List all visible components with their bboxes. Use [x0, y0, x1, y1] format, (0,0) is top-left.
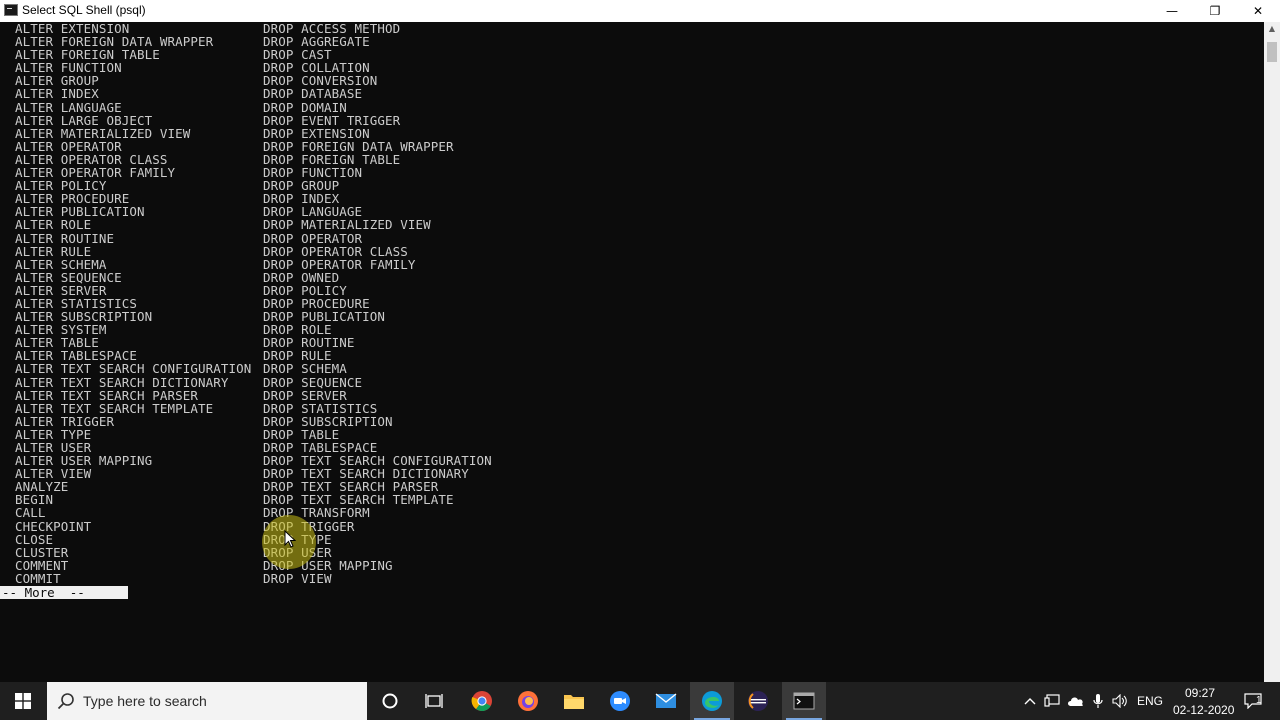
chevron-up-icon	[1024, 698, 1036, 705]
command-list-item: DROP DOMAIN	[263, 99, 347, 115]
command-list-item: CLUSTER	[15, 544, 69, 560]
command-list-item: ALTER SERVER	[15, 282, 107, 298]
command-list-item: ALTER RULE	[15, 243, 92, 259]
command-list-item: CHECKPOINT	[15, 518, 92, 534]
command-list-item: CLOSE	[15, 531, 54, 547]
command-list-item: ALTER TEXT SEARCH TEMPLATE	[15, 400, 214, 416]
input-language-indicator[interactable]: ENG	[1137, 694, 1163, 708]
edge-icon	[702, 691, 722, 711]
notification-count-badge: 1	[1256, 695, 1262, 706]
pager-more-prompt: -- More --	[0, 586, 128, 599]
network-tray-button[interactable]	[1042, 682, 1062, 720]
start-button[interactable]	[0, 682, 46, 720]
command-list-item: DROP OWNED	[263, 269, 340, 285]
command-list-item: DROP OPERATOR CLASS	[263, 243, 408, 259]
clock-date[interactable]: 02-12-2020	[1173, 703, 1234, 717]
command-list-item: DROP DATABASE	[263, 86, 363, 102]
cloud-icon	[1068, 697, 1083, 706]
chrome-icon	[471, 691, 492, 712]
command-list-item: DROP VIEW	[263, 570, 332, 586]
command-list-item: ALTER TEXT SEARCH PARSER	[15, 387, 199, 403]
command-list-item: DROP POLICY	[263, 282, 347, 298]
command-list-item: ALTER ROUTINE	[15, 230, 115, 246]
command-list-item: DROP FOREIGN DATA WRAPPER	[263, 138, 454, 154]
firefox-taskbar-button[interactable]	[506, 682, 550, 720]
command-list-item: DROP EXTENSION	[263, 125, 370, 141]
microphone-icon	[1093, 694, 1103, 708]
command-list-item: COMMIT	[15, 570, 61, 586]
onedrive-tray-button[interactable]	[1065, 682, 1087, 720]
edge-taskbar-button[interactable]	[690, 682, 734, 720]
command-list-item: ALTER MATERIALIZED VIEW	[15, 125, 191, 141]
zoom-icon	[610, 691, 630, 711]
command-list-item: DROP SERVER	[263, 387, 347, 403]
scroll-up-arrow-icon[interactable]: ▲	[1264, 24, 1280, 38]
command-list-item: DROP SEQUENCE	[263, 374, 363, 390]
command-list-item: DROP OPERATOR FAMILY	[263, 256, 416, 272]
scroll-thumb[interactable]	[1267, 42, 1277, 62]
command-list-item: ALTER TEXT SEARCH DICTIONARY	[15, 374, 229, 390]
command-list-item: ALTER ROLE	[15, 217, 92, 233]
command-list-item: DROP OPERATOR	[263, 230, 363, 246]
mail-taskbar-button[interactable]	[644, 682, 688, 720]
command-list-item: DROP STATISTICS	[263, 400, 378, 416]
command-list-item: DROP MATERIALIZED VIEW	[263, 217, 431, 233]
command-list-item: DROP SCHEMA	[263, 361, 347, 377]
command-list-item: DROP EVENT TRIGGER	[263, 112, 401, 128]
chrome-taskbar-button[interactable]	[460, 682, 504, 720]
clock-time[interactable]: 09:27	[1185, 686, 1215, 700]
firefox-icon	[518, 691, 538, 711]
command-list-item: ALTER OPERATOR	[15, 138, 122, 154]
restore-button[interactable]: ❐	[1193, 0, 1237, 22]
command-list-item: ALTER TEXT SEARCH CONFIGURATION	[15, 361, 252, 377]
show-hidden-icons-button[interactable]	[1020, 682, 1040, 720]
taskbar-search-box[interactable]: Type here to search	[47, 682, 367, 720]
help-commands-left-column: ALTER EXTENSION ALTER FOREIGN DATA WRAPPE…	[15, 22, 251, 585]
window-titlebar[interactable]: Select SQL Shell (psql) — ❐ ✕	[0, 0, 1280, 23]
search-placeholder: Type here to search	[83, 693, 207, 709]
terminal-app-icon	[4, 4, 18, 16]
eclipse-icon	[748, 691, 768, 711]
close-button[interactable]: ✕	[1236, 0, 1280, 22]
cortana-button[interactable]	[368, 682, 412, 720]
search-icon	[57, 693, 74, 710]
task-view-button[interactable]	[412, 682, 456, 720]
task-view-icon	[425, 694, 443, 708]
command-list-item: ALTER TRIGGER	[15, 413, 115, 429]
psql-terminal-taskbar-button[interactable]	[782, 682, 826, 720]
mouse-pointer-icon	[284, 530, 296, 548]
terminal-icon	[793, 692, 815, 710]
windows-taskbar: Type here to search ENG 09:27 02-12-2020…	[0, 682, 1280, 720]
minimize-button[interactable]: —	[1150, 0, 1194, 22]
cortana-icon	[382, 693, 398, 709]
eclipse-taskbar-button[interactable]	[736, 682, 780, 720]
command-list-item: ALTER SCHEMA	[15, 256, 107, 272]
command-list-item: COMMENT	[15, 557, 69, 573]
mail-icon	[655, 693, 677, 708]
command-list-item: BEGIN	[15, 492, 54, 508]
network-icon	[1044, 694, 1060, 707]
command-list-item: DROP SUBSCRIPTION	[263, 413, 393, 429]
zoom-taskbar-button[interactable]	[598, 682, 642, 720]
vertical-scrollbar[interactable]: ▲	[1264, 22, 1280, 682]
action-center-button[interactable]: 1	[1238, 682, 1268, 720]
command-list-item: ALTER LANGUAGE	[15, 99, 122, 115]
speaker-icon	[1112, 694, 1127, 708]
command-list-item: ALTER SEQUENCE	[15, 269, 122, 285]
file-explorer-icon	[564, 695, 584, 709]
command-list-item: ALTER INDEX	[15, 86, 99, 102]
volume-tray-button[interactable]	[1110, 682, 1132, 720]
microphone-tray-button[interactable]	[1088, 682, 1108, 720]
help-commands-right-column: DROP ACCESS METHOD DROP AGGREGATE DROP CAS…	[263, 22, 492, 585]
window-title: Select SQL Shell (psql)	[22, 3, 146, 17]
windows-logo-icon	[15, 693, 31, 709]
file-explorer-taskbar-button[interactable]	[552, 682, 596, 720]
command-list-item: CALL	[15, 505, 46, 521]
command-list-item: ALTER LARGE OBJECT	[15, 112, 153, 128]
console-output[interactable]: ALTER EXTENSION ALTER FOREIGN DATA WRAPPE…	[0, 22, 1264, 682]
